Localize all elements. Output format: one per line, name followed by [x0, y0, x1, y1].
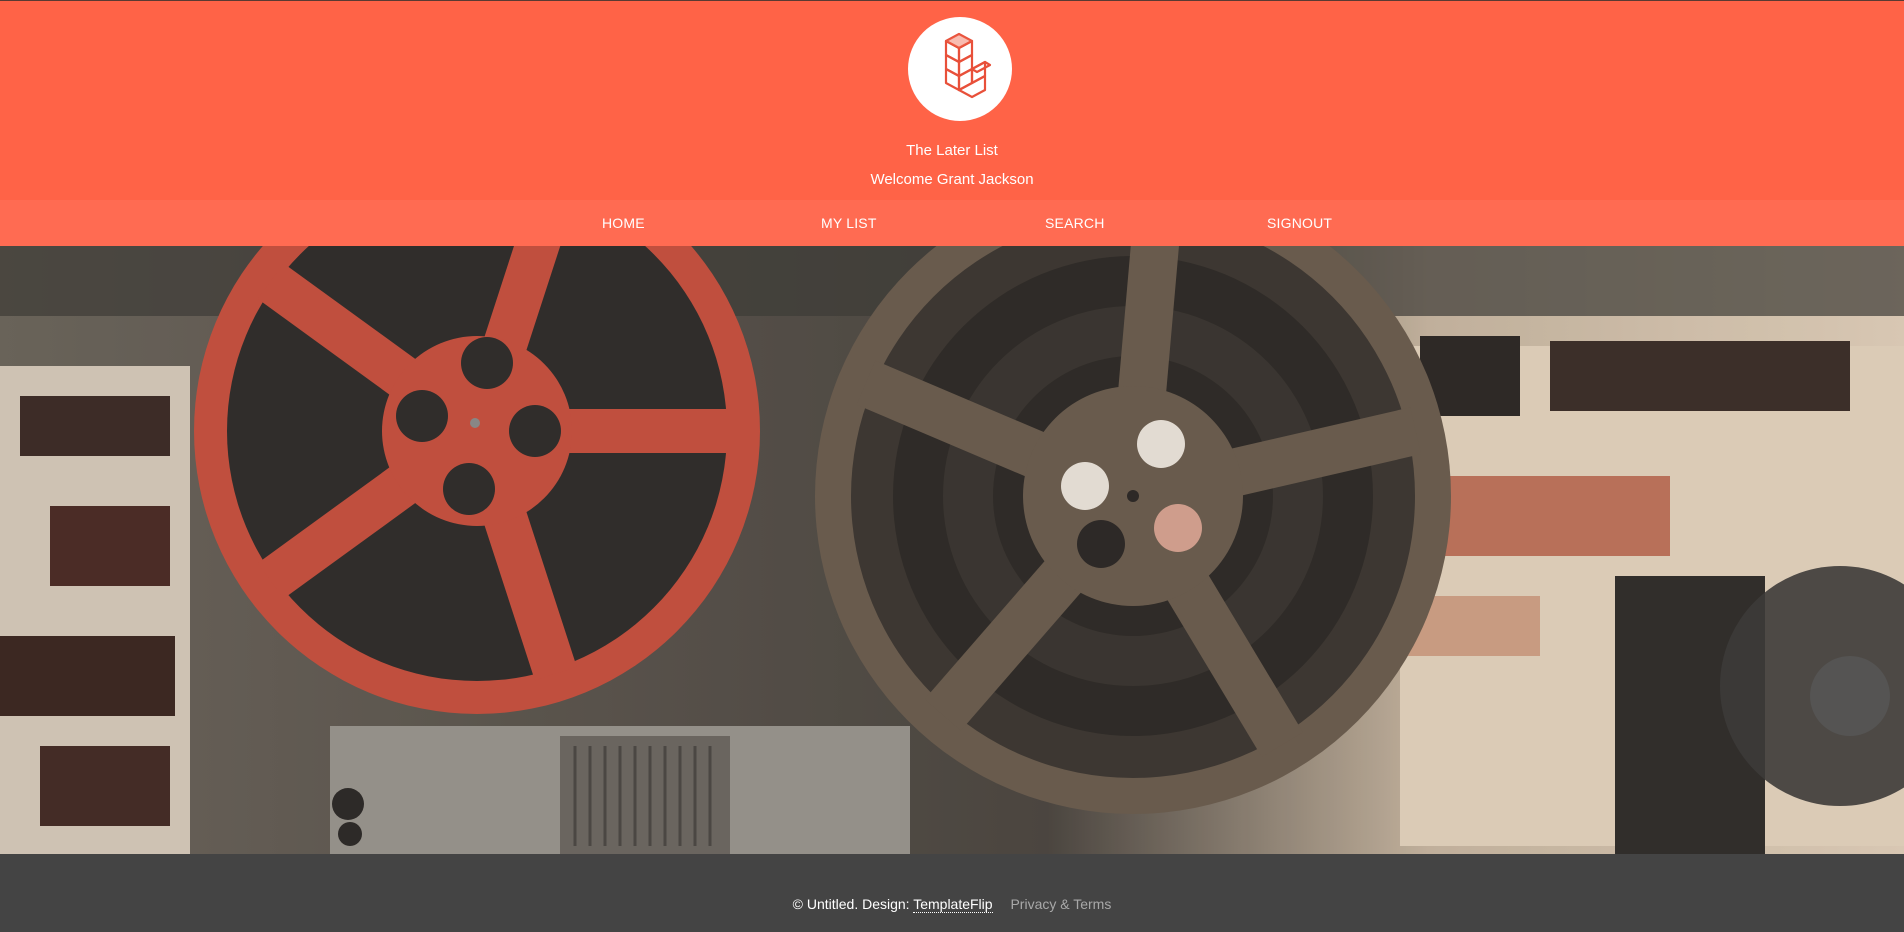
- site-footer: © Untitled. Design: TemplateFlip Privacy…: [0, 854, 1904, 932]
- site-logo[interactable]: [908, 17, 1012, 121]
- templateflip-link[interactable]: TemplateFlip: [913, 896, 993, 913]
- footer-copyright-line: © Untitled. Design: TemplateFlip Privacy…: [0, 896, 1904, 913]
- welcome-message: Welcome Grant Jackson: [870, 171, 1034, 188]
- nav-my-list[interactable]: MY LIST: [821, 215, 877, 231]
- site-header: The Later List Welcome Grant Jackson: [0, 0, 1904, 200]
- privacy-terms-link[interactable]: Privacy & Terms: [1010, 896, 1111, 912]
- nav-signout[interactable]: SIGNOUT: [1267, 215, 1332, 231]
- site-title: The Later List: [906, 142, 998, 159]
- hero-banner: [0, 246, 1904, 854]
- nav-home[interactable]: HOME: [602, 215, 645, 231]
- stacked-cubes-icon: [944, 32, 992, 99]
- copyright-text: © Untitled. Design:: [792, 896, 910, 912]
- main-nav: HOME MY LIST SEARCH SIGNOUT: [0, 200, 1904, 246]
- nav-search[interactable]: SEARCH: [1045, 215, 1105, 231]
- film-reels-photo: [0, 246, 1904, 854]
